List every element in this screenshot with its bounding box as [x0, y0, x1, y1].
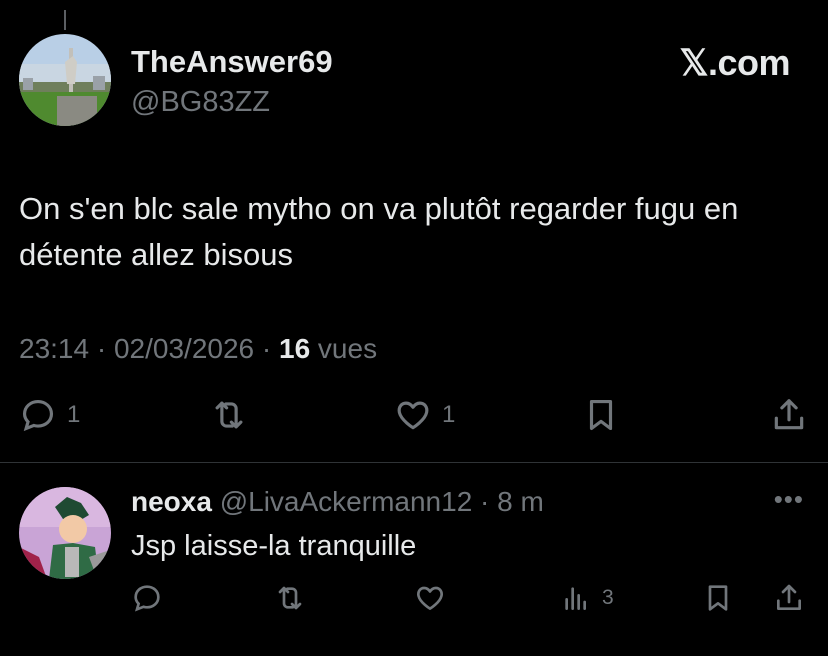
user-handle[interactable]: @BG83ZZ [131, 86, 270, 119]
views-count: 16 [279, 333, 311, 364]
reply-header: neoxa @LivaAckermann12 · 8 m [131, 486, 544, 518]
reply-avatar-image [19, 487, 111, 579]
reply-icon [134, 585, 160, 612]
retweet-button[interactable] [210, 396, 248, 434]
reply-time[interactable]: 8 m [497, 486, 544, 517]
views-icon [565, 587, 586, 610]
share-icon [774, 399, 804, 430]
reply-icon [22, 399, 54, 432]
like-button[interactable]: 1 [394, 396, 455, 434]
reply-views-count: 3 [602, 586, 614, 609]
bookmark-button[interactable] [582, 396, 620, 434]
reply-handle[interactable]: @LivaAckermann12 [220, 486, 473, 517]
display-name[interactable]: TheAnswer69 [131, 44, 333, 80]
x-logo: 𝕏.com [679, 42, 790, 83]
reply-display-name[interactable]: neoxa [131, 486, 212, 517]
retweet-icon [215, 401, 243, 429]
tweet-date[interactable]: 02/03/2026 [114, 333, 254, 364]
reply-share-button[interactable] [773, 582, 805, 614]
reply-separator: · [472, 486, 498, 517]
like-count: 1 [442, 401, 456, 428]
avatar[interactable] [19, 34, 111, 126]
avatar-image [19, 34, 111, 126]
thread-line [64, 10, 66, 30]
share-button[interactable] [770, 396, 808, 434]
tweet-time[interactable]: 23:14 [19, 333, 89, 364]
reply-button[interactable]: 1 [19, 396, 80, 434]
reply-like-button[interactable] [414, 582, 446, 614]
retweet-icon [278, 586, 302, 610]
reply-actions: 3 [0, 582, 828, 622]
tweet-actions: 1 1 [0, 396, 828, 444]
reply-retweet-button[interactable] [274, 582, 306, 614]
reply-views-button[interactable]: 3 [560, 582, 614, 614]
share-icon [777, 584, 801, 610]
meta-separator: · [254, 333, 279, 364]
reply-avatar[interactable] [19, 487, 111, 579]
views-label: vues [310, 333, 378, 364]
tweet-meta: 23:14 · 02/03/2026 · 16 vues [19, 333, 377, 365]
reply-count: 1 [67, 401, 81, 428]
reply-bookmark-button[interactable] [702, 582, 734, 614]
tweet-text: On s'en blc sale mytho on va plutôt rega… [19, 191, 739, 272]
heart-icon [397, 401, 429, 430]
meta-separator: · [89, 333, 114, 364]
reply-text: Jsp laisse-la tranquille [131, 530, 417, 562]
more-options-icon[interactable]: ••• [774, 484, 804, 515]
divider [0, 462, 828, 463]
bookmark-icon [589, 399, 613, 431]
heart-icon [417, 586, 443, 610]
bookmark-icon [708, 585, 728, 611]
reply-reply-button[interactable] [131, 582, 163, 614]
